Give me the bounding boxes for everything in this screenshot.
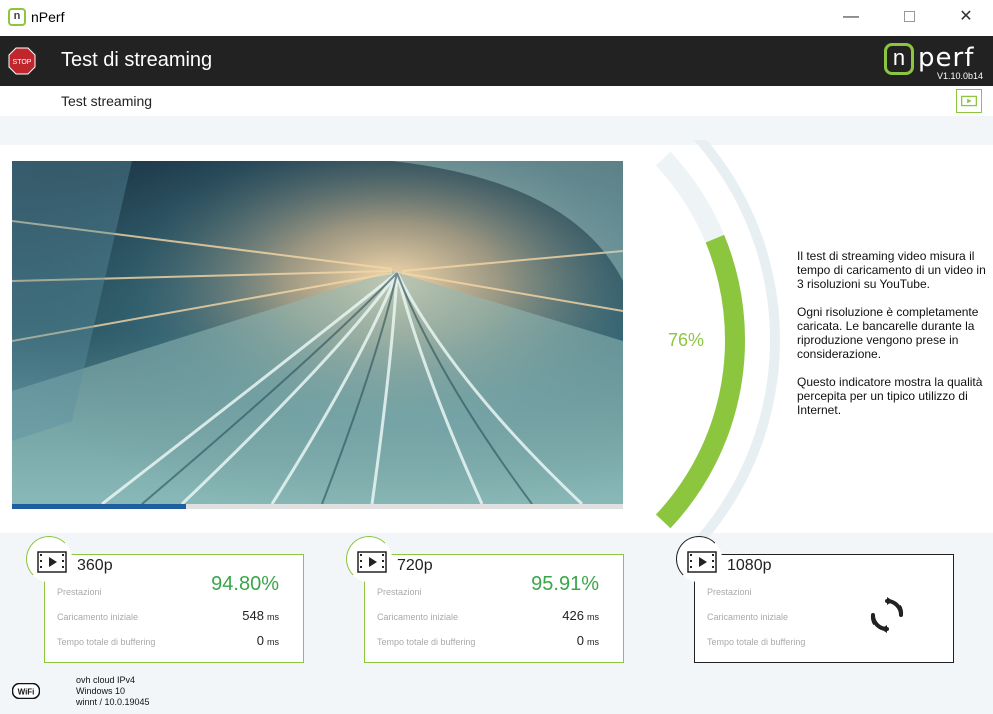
performance-label: Prestazioni [377, 587, 422, 597]
close-button[interactable]: ✕ [937, 0, 993, 36]
initial-load-label: Caricamento iniziale [377, 612, 459, 622]
buffering-label: Tempo totale di buffering [57, 637, 156, 647]
video-clip-icon [37, 551, 67, 573]
test-name: Test streaming [61, 93, 153, 109]
nperf-logo: n perf V1.10.0b14 [880, 41, 988, 83]
result-card-360p: 360p Prestazioni 94.80% Caricamento iniz… [26, 536, 304, 663]
result-card-1080p: 1080p Prestazioni Caricamento iniziale T… [676, 536, 954, 663]
window-titlebar: n nPerf — ✕ [0, 0, 993, 36]
logo-n: n [884, 43, 914, 75]
provider-label: ovh cloud IPv4 [76, 675, 136, 685]
maximize-icon [903, 11, 915, 23]
minimize-button[interactable]: — [822, 0, 880, 36]
wifi-label: WiFi [18, 688, 35, 697]
initial-load-number: 548 [242, 608, 264, 623]
maximize-button[interactable] [880, 0, 938, 36]
performance-label: Prestazioni [57, 587, 102, 597]
description-paragraph: Questo indicatore mostra la qualità perc… [797, 375, 983, 417]
initial-load-number: 426 [562, 608, 584, 623]
video-preview[interactable] [12, 161, 623, 504]
resolution-label: 720p [397, 557, 433, 574]
os-version-label: winnt / 10.0.19045 [76, 697, 150, 707]
performance-label: Prestazioni [707, 587, 752, 597]
buffering-label: Tempo totale di buffering [707, 637, 806, 647]
description-paragraph: Il test di streaming video misura il tem… [797, 249, 986, 291]
loading-spinner-icon [870, 597, 904, 633]
window-title: nPerf [31, 9, 65, 25]
buffering-number: 0 [256, 633, 264, 648]
buffering-value: 0 ms [257, 633, 279, 648]
description-paragraph: Ogni risoluzione è completamente caricat… [797, 305, 979, 361]
buffering-number: 0 [576, 633, 584, 648]
version-label: V1.10.0b14 [937, 71, 984, 81]
video-player-icon[interactable] [956, 89, 982, 113]
video-clip-icon [357, 551, 387, 573]
os-label: Windows 10 [76, 686, 126, 696]
app-header: STOP Test di streaming n perf V1.10.0b14 [0, 36, 993, 86]
nperf-app-icon: n [8, 8, 26, 26]
test-description: Il test di streaming video misura il tem… [797, 249, 992, 431]
quality-percent: 76% [667, 330, 705, 350]
unit-label: ms [267, 612, 279, 622]
unit-label: ms [267, 637, 279, 647]
video-progress-track [12, 504, 623, 509]
buffering-value: 0 ms [577, 633, 599, 648]
video-clip-icon [687, 551, 717, 573]
performance-value: 95.91% [531, 573, 599, 595]
resolution-label: 360p [77, 557, 113, 574]
performance-value: 94.80% [211, 573, 279, 595]
logo-text: perf [918, 43, 975, 73]
initial-load-value: 548 ms [242, 608, 279, 623]
initial-load-value: 426 ms [562, 608, 599, 623]
connection-info: ovh cloud IPv4 Windows 10 winnt / 10.0.1… [76, 675, 150, 708]
resolution-label: 1080p [727, 557, 772, 574]
stop-button[interactable]: STOP [8, 47, 36, 75]
stop-label: STOP [13, 59, 32, 66]
initial-load-label: Caricamento iniziale [57, 612, 139, 622]
result-card-720p: 720p Prestazioni 95.91% Caricamento iniz… [346, 536, 624, 663]
unit-label: ms [587, 612, 599, 622]
video-progress-fill [12, 504, 187, 509]
page-title: Test di streaming [61, 49, 213, 71]
sub-header: Test streaming [0, 86, 993, 116]
initial-load-label: Caricamento iniziale [707, 612, 789, 622]
unit-label: ms [587, 637, 599, 647]
buffering-label: Tempo totale di buffering [377, 637, 476, 647]
wifi-icon: WiFi [12, 683, 40, 699]
